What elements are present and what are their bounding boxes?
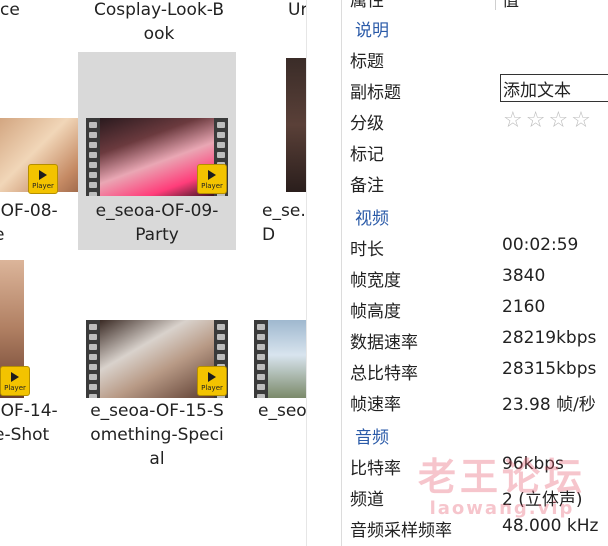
- video-thumbnail: [268, 320, 306, 398]
- film-strip: [86, 118, 100, 196]
- total-bitrate-value: 28315kbps: [502, 359, 597, 379]
- rating-stars[interactable]: ☆☆☆☆: [503, 108, 594, 133]
- frame-rate-value: 23.98 帧/秒: [502, 395, 596, 415]
- rating-label: 分级: [350, 114, 384, 134]
- video-thumbnail: [286, 58, 306, 192]
- value-header-label: 值: [502, 0, 519, 11]
- section-video: 视频: [355, 209, 389, 229]
- file-name-col3-row2[interactable]: e_se… D: [262, 199, 306, 247]
- player-badge-icon: Player: [197, 366, 227, 396]
- frame-height-label: 帧高度: [350, 302, 401, 322]
- audio-bitrate-label: 比特率: [350, 459, 401, 479]
- duration-label: 时长: [350, 240, 384, 260]
- frame-width-label: 帧宽度: [350, 271, 401, 291]
- channels-label: 频道: [350, 490, 384, 510]
- watermark: 老王论坛 laowang.vip: [418, 455, 586, 519]
- total-bitrate-label: 总比特率: [350, 364, 418, 384]
- file-name-of-09-party: e_seoa-OF-09- Party: [95, 201, 219, 245]
- file-name-of-15-something-special: e_seoa-OF-15-S omething-Speci al: [90, 401, 224, 469]
- title-label: 标题: [350, 52, 384, 72]
- player-badge-icon: Player: [197, 164, 227, 194]
- section-description: 说明: [355, 21, 389, 41]
- file-tile-of-09-party[interactable]: Player e_seoa-OF-09- Party: [78, 52, 236, 250]
- file-name-cut: Ur: [288, 0, 306, 20]
- file-name-of-14[interactable]: -OF-14- e-Shot: [0, 399, 58, 447]
- file-tile-of-15-something-special[interactable]: Player e_seoa-OF-15-S omething-Speci al: [78, 258, 236, 478]
- comments-label: 备注: [350, 176, 384, 196]
- frame-rate-label: 帧速率: [350, 395, 401, 415]
- player-badge-icon: Player: [0, 366, 30, 396]
- section-audio: 音频: [355, 428, 389, 448]
- file-name-cut: ce: [0, 0, 20, 20]
- watermark-url: laowang.vip: [429, 498, 575, 519]
- property-header-label: 属性: [350, 0, 384, 11]
- sample-rate-label: 音频采样频率: [350, 521, 452, 541]
- player-badge-icon: Player: [28, 164, 58, 194]
- file-grid: ce Cosplay-Look-B ook Ur Player -OF-08- …: [0, 0, 306, 546]
- tags-label: 标记: [350, 145, 384, 165]
- film-strip: [254, 320, 268, 398]
- data-rate-value: 28219kbps: [502, 328, 597, 348]
- frame-height-value: 2160: [502, 297, 546, 317]
- file-name-of-08[interactable]: -OF-08- e: [0, 199, 58, 247]
- file-name-col3-row3[interactable]: e_seo: [258, 399, 306, 423]
- film-strip: [86, 320, 100, 398]
- header-column-divider: [495, 0, 496, 10]
- subtitle-label: 副标题: [350, 83, 401, 103]
- sample-rate-value: 48.000 kHz: [502, 516, 599, 536]
- data-rate-label: 数据速率: [350, 333, 418, 353]
- duration-value: 00:02:59: [502, 235, 579, 255]
- frame-width-value: 3840: [502, 266, 546, 286]
- panel-gutter-divider: [341, 0, 342, 546]
- watermark-title: 老王论坛: [418, 455, 587, 499]
- file-name-cosplay-look-book[interactable]: Cosplay-Look-B ook: [86, 0, 232, 46]
- subtitle-input[interactable]: [500, 74, 608, 102]
